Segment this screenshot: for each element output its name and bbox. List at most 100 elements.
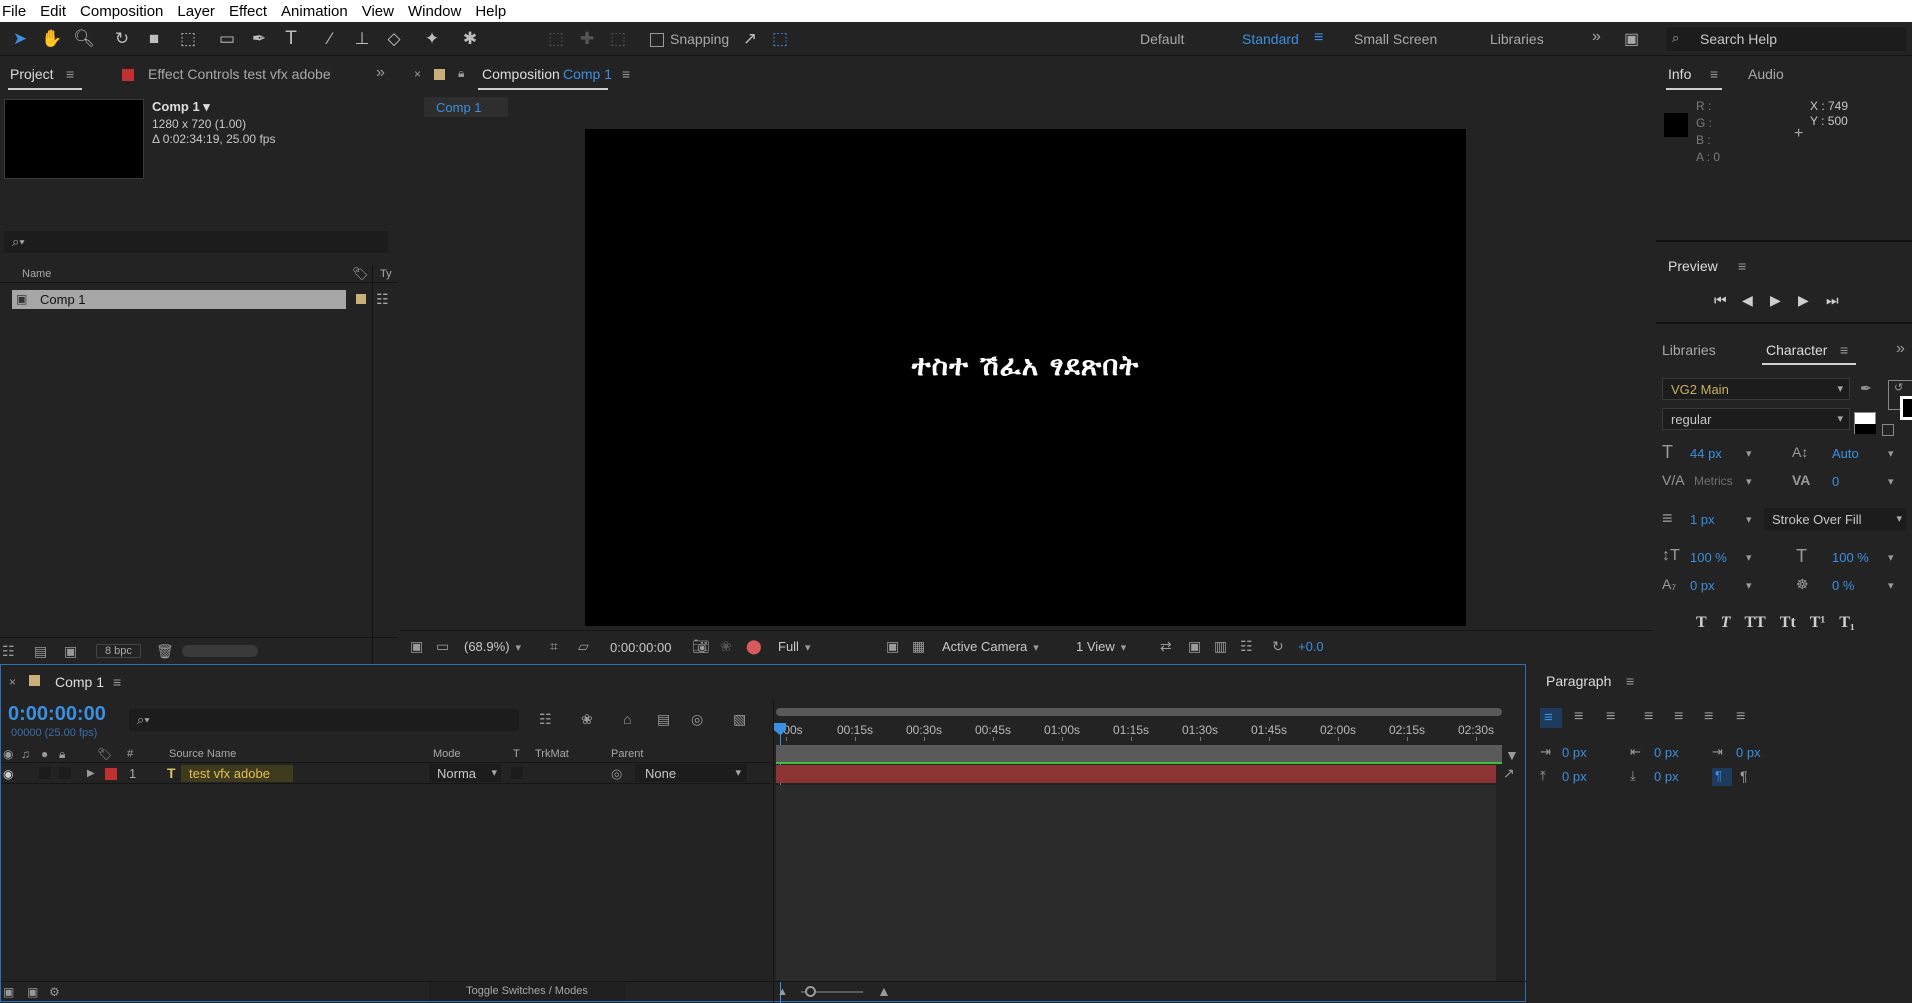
workspace-standard[interactable]: Standard [1242, 31, 1299, 47]
column-trkmat[interactable]: TrkMat [535, 748, 569, 760]
menu-layer[interactable]: Layer [170, 3, 222, 20]
label-header-icon[interactable]: 🏷︎ [97, 746, 112, 762]
audio-header-icon[interactable]: ♫ [21, 746, 30, 762]
reset-exposure-icon[interactable]: ↻ [1272, 638, 1284, 654]
vertical-scale-value[interactable]: 100 % [1690, 550, 1727, 565]
set-to-white-swatch[interactable] [1854, 412, 1876, 434]
tab-effect-controls[interactable]: Effect Controls test vfx adobe [148, 66, 331, 82]
workspace-toggle-icon[interactable]: ▣ [1624, 29, 1639, 49]
column-number[interactable]: # [127, 748, 133, 760]
flowchart-icon[interactable]: ☷ [376, 291, 389, 308]
brush-tool-icon[interactable]: ⁄ [318, 27, 342, 51]
column-name[interactable]: Name [22, 268, 51, 280]
lock-header-icon[interactable]: 🔒︎ [59, 746, 65, 762]
menu-help[interactable]: Help [468, 3, 513, 20]
ltr-direction-button[interactable]: ¶ [1712, 768, 1732, 786]
channel-icon[interactable]: ⬤ [746, 638, 762, 654]
small-caps-button[interactable]: Tt [1780, 614, 1796, 632]
comp-marker-bin-icon[interactable]: ▼ [1505, 747, 1519, 763]
chevron-down-icon[interactable]: ▾ [1888, 474, 1894, 490]
composition-viewer[interactable]: ተስተ ሽፈአ ፃደጽበት [585, 129, 1466, 626]
paragraph-menu-icon[interactable]: ≡ [1626, 673, 1634, 689]
chevron-down-icon[interactable]: ▾ [1746, 578, 1752, 594]
exposure-value[interactable]: +0.0 [1298, 639, 1324, 654]
thumbnail-slider[interactable] [182, 645, 258, 657]
no-fill-swatch[interactable] [1882, 424, 1894, 436]
region-of-interest-icon[interactable]: ▣ [886, 638, 899, 654]
menu-view[interactable]: View [355, 3, 401, 20]
eye-icon[interactable]: ◉ [3, 766, 13, 782]
item-label-color[interactable] [356, 294, 366, 304]
workspace-small-screen[interactable]: Small Screen [1354, 31, 1437, 47]
mask-visibility-icon[interactable]: ▱ [578, 638, 589, 654]
zoom-tool-icon[interactable]: 🔍︎ [72, 27, 96, 51]
timeline-tab-comp[interactable]: Comp 1 [55, 674, 104, 690]
lock-icon[interactable]: 🔒︎ [458, 65, 464, 81]
timeline-search-field[interactable]: ⌕▾ [129, 709, 519, 731]
project-item-comp1[interactable]: ▣ Comp 1 [12, 290, 346, 309]
tab-composition-prefix[interactable]: Composition [482, 66, 560, 82]
preview-menu-icon[interactable]: ≡ [1738, 258, 1746, 274]
menu-effect[interactable]: Effect [222, 3, 274, 20]
indent-left-value[interactable]: 0 px [1562, 745, 1587, 760]
snapping-checkbox[interactable] [650, 33, 664, 47]
draft-3d-icon[interactable]: ❀ [581, 711, 593, 727]
solo-header-icon[interactable]: ● [41, 746, 48, 762]
tab-audio[interactable]: Audio [1748, 66, 1784, 82]
new-folder-icon[interactable]: ▤ [34, 643, 47, 659]
horizontal-scale-value[interactable]: 100 % [1832, 550, 1869, 565]
rectangle-tool-icon[interactable]: ▭ [215, 27, 239, 51]
layer-parent-dropdown[interactable]: None ▾ [635, 764, 747, 782]
chevron-down-icon[interactable]: ▾ [1888, 578, 1894, 594]
eraser-tool-icon[interactable]: ◇ [382, 27, 406, 51]
panel-overflow-icon[interactable]: » [376, 65, 385, 81]
puppet-tool-icon[interactable]: ✱ [458, 27, 482, 51]
baseline-shift-value[interactable]: 0 px [1690, 578, 1715, 593]
column-type[interactable]: Ty [380, 268, 392, 280]
rtl-direction-icon[interactable]: ¶ [1740, 768, 1748, 784]
chevron-down-icon[interactable]: ▾ [1746, 550, 1752, 566]
space-after-value[interactable]: 0 px [1654, 769, 1679, 784]
lock-toggle[interactable] [59, 767, 71, 779]
type-tool-icon[interactable]: T [279, 27, 303, 51]
superscript-button[interactable]: T¹ [1810, 614, 1825, 632]
tab-character[interactable]: Character [1766, 342, 1827, 358]
next-frame-icon[interactable]: ▶ [1798, 292, 1809, 308]
layer-name-field[interactable]: test vfx adobe [181, 765, 293, 782]
menu-window[interactable]: Window [401, 3, 468, 20]
column-source-name[interactable]: Source Name [169, 748, 236, 760]
column-t[interactable]: T [513, 748, 520, 760]
close-comp-tab-icon[interactable]: × [414, 66, 421, 82]
work-area-bar[interactable] [776, 708, 1502, 716]
always-preview-icon[interactable]: ▣ [410, 638, 423, 654]
shy-layers-icon[interactable]: ⌂ [623, 711, 631, 727]
column-parent[interactable]: Parent [611, 748, 643, 760]
fast-previews-icon[interactable]: ▣ [1188, 638, 1201, 654]
info-menu-icon[interactable]: ≡ [1710, 66, 1718, 82]
camera-dropdown[interactable]: Active Camera [942, 639, 1039, 654]
comp-panel-menu-icon[interactable]: ≡ [622, 66, 630, 82]
project-menu-icon[interactable]: ≡ [66, 66, 74, 82]
character-overflow-icon[interactable]: » [1896, 341, 1905, 357]
snap-features-icon[interactable]: ⬚ [768, 27, 792, 51]
new-composition-icon[interactable]: ▣ [64, 643, 77, 659]
motion-blur-icon[interactable]: ◎ [691, 711, 703, 727]
rotate-tool-icon[interactable]: ↻ [110, 27, 134, 51]
column-mode[interactable]: Mode [433, 748, 461, 760]
chevron-down-icon[interactable]: ▾ [1746, 512, 1752, 528]
justify-center-icon[interactable]: ≡ [1674, 709, 1683, 725]
visibility-header-icon[interactable]: ◉ [3, 746, 13, 762]
magnification-dropdown[interactable]: (68.9%) [464, 639, 521, 654]
camera-tool-icon[interactable]: ■ [142, 27, 166, 51]
menu-animation[interactable]: Animation [274, 3, 355, 20]
indent-first-line-value[interactable]: 0 px [1736, 745, 1761, 760]
align-right-icon[interactable]: ≡ [1606, 709, 1615, 725]
font-style-dropdown[interactable]: regular ▾ [1662, 408, 1850, 430]
last-frame-icon[interactable]: ⏭ [1826, 292, 1839, 308]
layer-label-color[interactable] [105, 768, 117, 780]
timeline-icon[interactable]: ▥ [1214, 638, 1227, 654]
zoom-in-icon[interactable]: ▲ [877, 983, 891, 999]
previous-frame-icon[interactable]: ◀ [1742, 292, 1753, 308]
layer-switches-icon[interactable]: ▣ [3, 984, 14, 1000]
tab-libraries[interactable]: Libraries [1662, 342, 1716, 358]
